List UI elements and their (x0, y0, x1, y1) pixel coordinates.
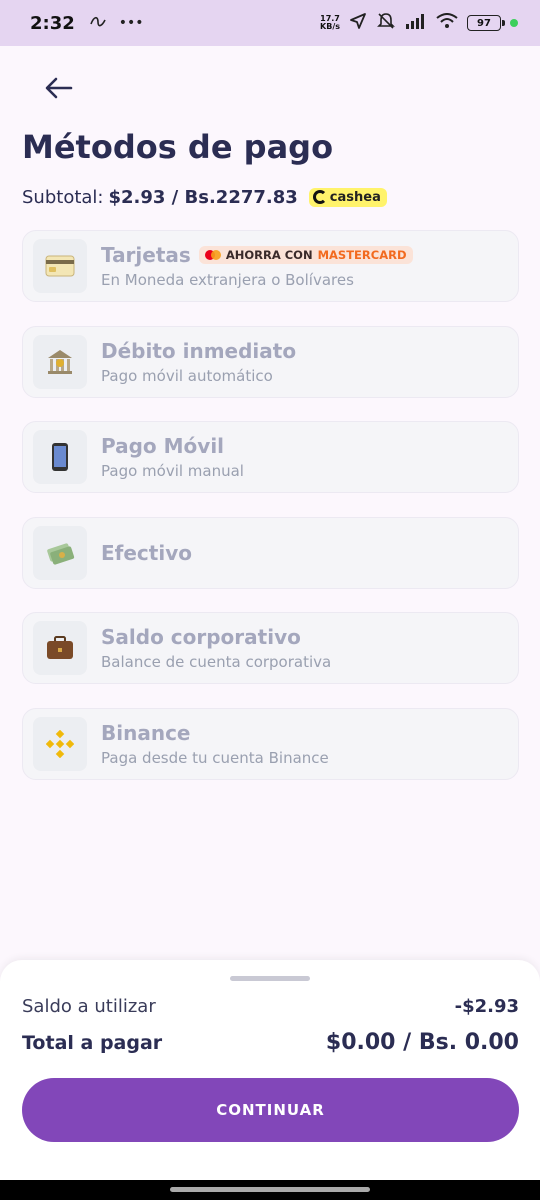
continue-button[interactable]: CONTINUAR (22, 1078, 519, 1142)
method-desc: Pago móvil manual (101, 462, 244, 480)
method-name: Binance (101, 720, 191, 745)
battery-level: 97 (477, 17, 491, 29)
credit-card-icon (33, 239, 87, 293)
method-efectivo[interactable]: Efectivo (22, 516, 519, 589)
promo-prefix: AHORRA CON (225, 248, 313, 262)
method-desc: En Moneda extranjera o Bolívares (101, 271, 354, 289)
net-speed-unit: KB/s (320, 22, 340, 31)
page-title: Métodos de pago (22, 128, 334, 166)
mastercard-promo-badge: AHORRA CON MASTERCARD (198, 246, 413, 264)
cashea-badge: cashea (308, 187, 387, 207)
sheet-handle[interactable] (230, 976, 310, 981)
method-desc: Balance de cuenta corporativa (101, 653, 332, 671)
total-value: $0.00 / Bs. 0.00 (325, 1030, 519, 1055)
status-bar: 2:32 ••• 17.7 KB/s 97 (0, 0, 540, 46)
balance-value: -$2.93 (454, 996, 519, 1017)
method-binance[interactable]: Binance Paga desde tu cuenta Binance (22, 707, 519, 780)
method-name: Débito inmediato (101, 338, 297, 363)
method-saldo-corporativo[interactable]: Saldo corporativo Balance de cuenta corp… (22, 612, 519, 684)
active-dot (510, 19, 518, 27)
method-name: Tarjetas (101, 243, 191, 267)
method-tarjetas[interactable]: Tarjetas AHORRA CON MASTERCARD En Moneda… (22, 230, 519, 302)
location-icon (349, 12, 367, 35)
balance-row: Saldo a utilizar -$2.93 (22, 996, 519, 1017)
mute-icon (376, 12, 396, 35)
subtotal-label: Subtotal: (22, 186, 104, 208)
back-button[interactable] (40, 70, 78, 106)
wifi-icon (436, 12, 458, 34)
cashea-label: cashea (329, 189, 381, 205)
method-desc: Paga desde tu cuenta Binance (101, 748, 329, 767)
method-debito-inmediato[interactable]: Débito inmediato Pago móvil automático (22, 325, 519, 398)
home-gesture-handle[interactable] (170, 1187, 370, 1192)
battery-icon: 97 (467, 15, 505, 31)
mastercard-logo-icon (204, 250, 221, 260)
signal-icon (405, 13, 427, 34)
subtotal-value: $2.93 / Bs.2277.83 (108, 186, 298, 208)
payment-methods-list: Tarjetas AHORRA CON MASTERCARD En Moneda… (22, 230, 519, 803)
method-name: Saldo corporativo (101, 625, 301, 649)
arrow-left-icon (45, 77, 73, 99)
total-label: Total a pagar (22, 1031, 163, 1054)
cash-icon (33, 525, 87, 580)
method-pago-movil[interactable]: Pago Móvil Pago móvil manual (22, 421, 519, 493)
subtotal-row: Subtotal: $2.93 / Bs.2277.83 cashea (22, 184, 387, 210)
binance-icon (33, 716, 87, 771)
method-name: Efectivo (101, 540, 192, 565)
balance-label: Saldo a utilizar (22, 996, 156, 1017)
status-time: 2:32 (30, 12, 75, 34)
net-speed: 17.7 KB/s (320, 15, 340, 31)
promo-brand: MASTERCARD (317, 248, 407, 262)
mobile-phone-icon (33, 430, 87, 484)
system-nav-bar (0, 1180, 540, 1200)
method-name: Pago Móvil (101, 434, 225, 458)
notification-icon (89, 14, 107, 32)
cashea-logo-icon (312, 190, 327, 204)
more-dots-icon: ••• (118, 15, 144, 31)
total-row: Total a pagar $0.00 / Bs. 0.00 (22, 1030, 519, 1055)
summary-sheet: Saldo a utilizar -$2.93 Total a pagar $0… (0, 960, 540, 1180)
method-desc: Pago móvil automático (101, 366, 273, 385)
briefcase-icon (33, 621, 87, 675)
bank-icon (33, 334, 87, 389)
